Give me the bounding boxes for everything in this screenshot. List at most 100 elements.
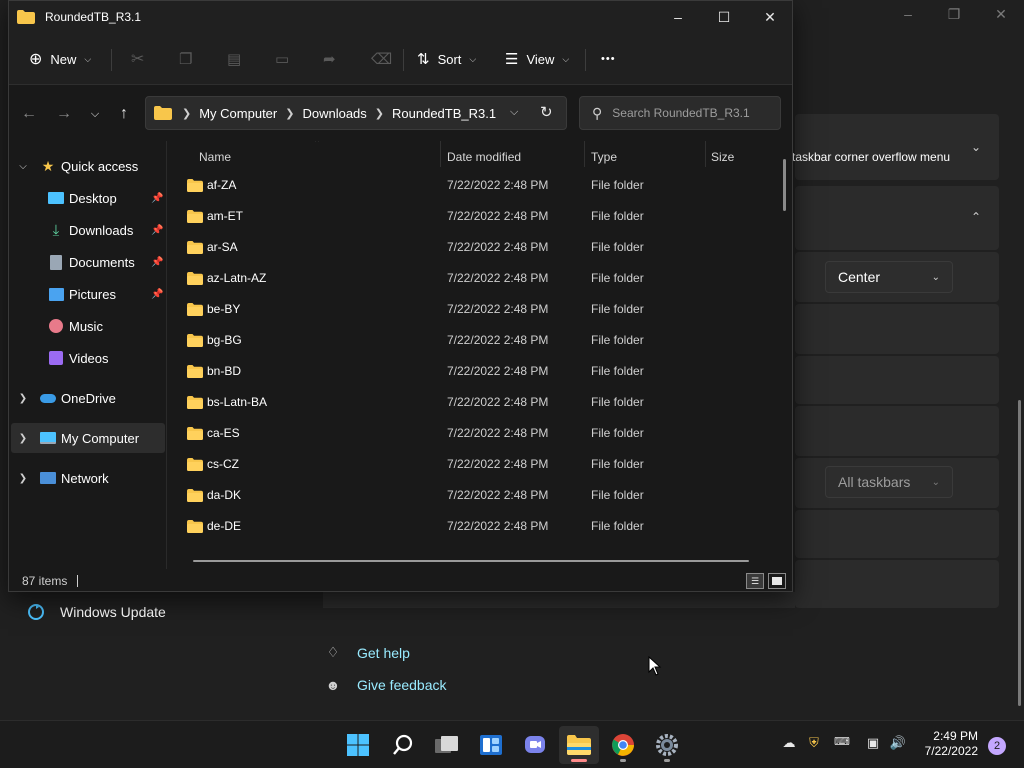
- nav-documents[interactable]: Documents 📌: [11, 247, 165, 277]
- chevron-right-icon[interactable]: ❯: [17, 393, 29, 404]
- give-feedback-link[interactable]: ☻ Give feedback: [323, 677, 447, 693]
- nav-downloads[interactable]: ⤓ Downloads 📌: [11, 215, 165, 245]
- pin-icon[interactable]: 📌: [151, 257, 163, 268]
- alignment-select[interactable]: Center ⌄: [825, 261, 953, 293]
- table-row[interactable]: be-BY 7/22/2022 2:48 PM File folder: [183, 294, 779, 324]
- clock[interactable]: 2:49 PM 7/22/2022: [925, 729, 978, 759]
- table-row[interactable]: af-ZA 7/22/2022 2:48 PM File folder: [183, 170, 779, 200]
- address-bar[interactable]: ❯ My Computer ❯ Downloads ❯ RoundedTB_R3…: [145, 96, 567, 130]
- table-row[interactable]: bn-BD 7/22/2022 2:48 PM File folder: [183, 356, 779, 386]
- up-button[interactable]: ↑: [112, 102, 136, 126]
- nav-windows-update[interactable]: Windows Update: [28, 604, 166, 620]
- column-header-type[interactable]: Type: [591, 145, 617, 169]
- address-history-chevron-icon[interactable]: ⌵: [510, 106, 518, 119]
- nav-pictures[interactable]: Pictures 📌: [11, 279, 165, 309]
- volume-icon[interactable]: 🔊: [887, 735, 909, 751]
- breadcrumb-chevron-icon[interactable]: ❯: [285, 107, 294, 120]
- maximize-button[interactable]: ☐: [701, 1, 747, 33]
- nav-desktop[interactable]: Desktop 📌: [11, 183, 165, 213]
- refresh-icon[interactable]: ↻: [540, 103, 553, 121]
- pin-icon[interactable]: 📌: [151, 289, 163, 300]
- minimize-button[interactable]: –: [655, 1, 701, 33]
- chevron-right-icon[interactable]: ❯: [17, 473, 29, 484]
- pin-icon[interactable]: 📌: [151, 225, 163, 236]
- new-button[interactable]: ⊕ New ⌵: [21, 43, 99, 75]
- title-bar[interactable]: RoundedTB_R3.1 – ☐ ✕: [9, 1, 792, 33]
- forward-button[interactable]: →: [52, 102, 76, 126]
- chrome-button[interactable]: [603, 726, 643, 764]
- settings-scrollbar[interactable]: [1018, 400, 1021, 706]
- table-row[interactable]: bg-BG 7/22/2022 2:48 PM File folder: [183, 325, 779, 355]
- start-button[interactable]: [338, 726, 378, 764]
- security-shield-icon[interactable]: ⛨: [803, 735, 825, 751]
- chevron-down-icon[interactable]: ⌄: [971, 140, 981, 154]
- column-divider[interactable]: [705, 141, 706, 167]
- search-taskbar-button[interactable]: [383, 726, 423, 764]
- settings-close-button[interactable]: ✕: [978, 6, 1024, 23]
- taskbar-behaviors-card[interactable]: ⌃: [795, 186, 999, 250]
- paste-button[interactable]: ▤: [219, 43, 249, 75]
- breadcrumb-current-folder[interactable]: RoundedTB_R3.1: [392, 106, 496, 121]
- task-view-button[interactable]: [427, 726, 467, 764]
- table-row[interactable]: az-Latn-AZ 7/22/2022 2:48 PM File folder: [183, 263, 779, 293]
- network-tray-icon[interactable]: ▣: [862, 735, 884, 751]
- large-icons-view-button[interactable]: [768, 573, 786, 589]
- back-button[interactable]: ←: [17, 102, 41, 126]
- arrow-right-icon: →: [56, 105, 72, 122]
- nav-network[interactable]: ❯ Network: [11, 463, 165, 493]
- horizontal-scrollbar[interactable]: [193, 560, 749, 562]
- see-more-button[interactable]: •••: [593, 43, 624, 75]
- multi-display-select[interactable]: All taskbars ⌄: [825, 466, 953, 498]
- table-row[interactable]: de-DE 7/22/2022 2:48 PM File folder: [183, 511, 779, 541]
- breadcrumb-chevron-icon[interactable]: ❯: [182, 107, 191, 120]
- chevron-up-icon[interactable]: ⌃: [971, 210, 981, 224]
- overflow-menu-card[interactable]: taskbar corner overflow menu ⌄: [792, 114, 999, 180]
- chat-button[interactable]: [515, 726, 555, 764]
- table-row[interactable]: da-DK 7/22/2022 2:48 PM File folder: [183, 480, 779, 510]
- close-button[interactable]: ✕: [747, 1, 792, 33]
- details-view-button[interactable]: ☰: [746, 573, 764, 589]
- column-header-size[interactable]: Size: [711, 145, 734, 169]
- nav-quick-access[interactable]: ⌵ ★ Quick access: [11, 151, 165, 181]
- nav-my-computer[interactable]: ❯ My Computer: [11, 423, 165, 453]
- settings-minimize-button[interactable]: –: [885, 6, 931, 22]
- sort-button[interactable]: ⇅ Sort ⌵: [409, 43, 484, 75]
- settings-maximize-button[interactable]: ❐: [931, 6, 977, 23]
- notification-badge[interactable]: 2: [988, 737, 1006, 755]
- table-row[interactable]: ar-SA 7/22/2022 2:48 PM File folder: [183, 232, 779, 262]
- nav-videos[interactable]: Videos: [11, 343, 165, 373]
- copy-button[interactable]: ❐: [171, 43, 200, 75]
- vertical-scrollbar[interactable]: [783, 159, 786, 211]
- recent-locations-button[interactable]: ⌵: [83, 102, 107, 126]
- column-header-name[interactable]: Name: [199, 145, 231, 169]
- breadcrumb-chevron-icon[interactable]: ❯: [375, 107, 384, 120]
- get-help-link[interactable]: ♢ Get help: [323, 644, 410, 661]
- table-row[interactable]: cs-CZ 7/22/2022 2:48 PM File folder: [183, 449, 779, 479]
- keyboard-icon[interactable]: ⌨: [831, 735, 853, 748]
- pin-icon[interactable]: 📌: [151, 193, 163, 204]
- search-box[interactable]: ⚲ Search RoundedTB_R3.1: [579, 96, 781, 130]
- view-button[interactable]: ☰ View ⌵: [497, 43, 577, 75]
- settings-taskbar-button[interactable]: [647, 726, 687, 764]
- rename-button[interactable]: ▭: [267, 43, 297, 75]
- file-explorer-taskbar-button[interactable]: [559, 726, 599, 764]
- cut-button[interactable]: ✂: [123, 43, 152, 75]
- table-row[interactable]: am-ET 7/22/2022 2:48 PM File folder: [183, 201, 779, 231]
- nav-onedrive[interactable]: ❯ OneDrive: [11, 383, 165, 413]
- chevron-down-icon: ⌄: [931, 271, 940, 283]
- chevron-down-icon[interactable]: ⌵: [17, 161, 29, 172]
- table-row[interactable]: bs-Latn-BA 7/22/2022 2:48 PM File folder: [183, 387, 779, 417]
- table-row[interactable]: ca-ES 7/22/2022 2:48 PM File folder: [183, 418, 779, 448]
- widgets-button[interactable]: [471, 726, 511, 764]
- breadcrumb-downloads[interactable]: Downloads: [302, 106, 366, 121]
- breadcrumb-my-computer[interactable]: My Computer: [199, 106, 277, 121]
- column-divider[interactable]: [440, 141, 441, 167]
- nav-music[interactable]: Music: [11, 311, 165, 341]
- chevron-right-icon[interactable]: ❯: [17, 433, 29, 444]
- delete-button[interactable]: ⌫: [363, 43, 400, 75]
- share-button[interactable]: ➦: [315, 43, 344, 75]
- column-header-date[interactable]: Date modified: [447, 145, 521, 169]
- column-divider[interactable]: [584, 141, 585, 167]
- cloud-sync-icon[interactable]: ☁: [778, 735, 800, 751]
- file-date-modified: 7/22/2022 2:48 PM: [447, 519, 549, 533]
